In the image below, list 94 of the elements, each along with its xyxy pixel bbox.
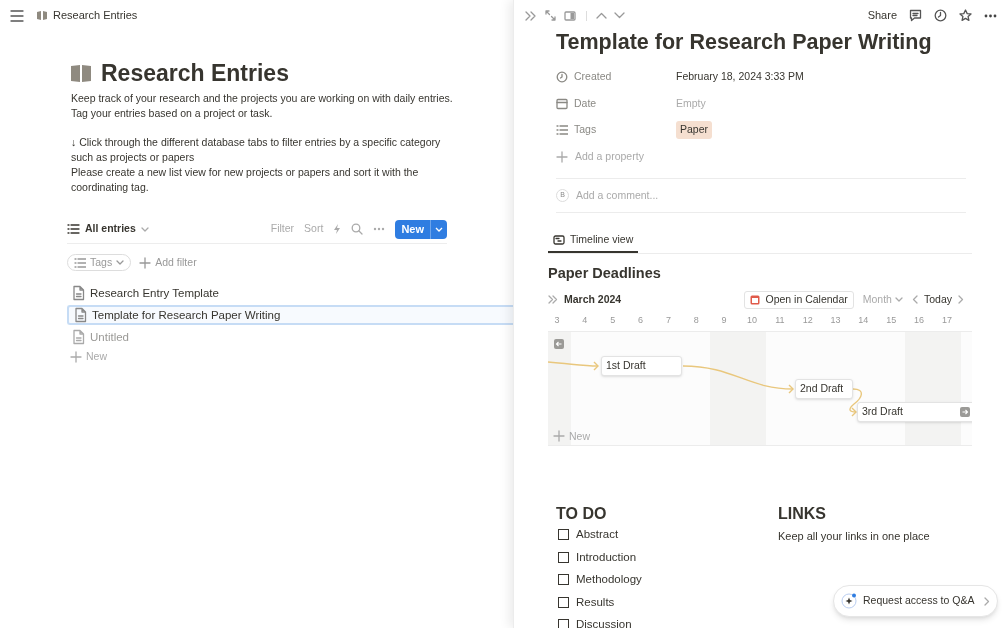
chevron-right-icon[interactable] (958, 295, 964, 304)
day-label: 13 (829, 313, 842, 327)
todo-label: Discussion (576, 617, 632, 628)
checkbox[interactable] (558, 574, 569, 586)
checkbox[interactable] (558, 551, 569, 563)
menu-icon[interactable] (10, 9, 24, 22)
double-chevron-icon[interactable] (548, 295, 558, 304)
comment-icon[interactable] (909, 9, 922, 22)
double-chevron-icon[interactable] (525, 10, 537, 21)
chevron-left-icon[interactable] (911, 295, 918, 304)
timeline-icon (553, 235, 565, 245)
day-label: 14 (857, 313, 870, 327)
plus-icon (556, 150, 568, 163)
panel-icon[interactable] (564, 10, 576, 21)
chevron-down-icon (140, 225, 149, 233)
star-icon[interactable] (959, 9, 972, 22)
day-label: 16 (913, 313, 926, 327)
timeline-tab[interactable]: Timeline view (548, 229, 639, 253)
chevron-up-icon[interactable] (596, 12, 607, 19)
entry-row[interactable]: Research Entry Template (67, 283, 219, 304)
todo-label: Abstract (576, 527, 619, 543)
dependency-arrow (548, 360, 599, 371)
day-label: 10 (745, 313, 758, 327)
plus-icon (70, 351, 82, 364)
timeline-bar[interactable]: 1st Draft (601, 355, 682, 376)
more-icon[interactable] (984, 13, 997, 18)
clock-icon (556, 71, 568, 84)
instruction-text: Please create a new list view for new projects or papers and sort it with the coordinating tag. (71, 164, 420, 195)
tag-chip: Paper (676, 121, 713, 140)
day-label: 12 (801, 313, 814, 327)
day-label: 8 (692, 313, 700, 327)
instruction-text: ↓ Click through the different database tabs to filter entries by a specific category such as projects or papers (71, 135, 442, 165)
checkbox[interactable] (558, 619, 569, 628)
view-tab[interactable]: All entries (67, 221, 149, 238)
chevron-down-icon (894, 296, 903, 303)
property-label: Created (574, 69, 612, 85)
day-label: 17 (940, 313, 953, 327)
arrow-left-icon[interactable] (554, 338, 564, 349)
month-label: March 2024 (564, 291, 622, 307)
chevron-right-icon (984, 596, 991, 606)
body-text: Keep all your links in one place (778, 528, 930, 544)
page-title: Research Entries (101, 59, 289, 88)
property-label: Tags (574, 122, 597, 138)
document-icon (71, 329, 85, 346)
page-title: Template for Research Paper Writing (556, 29, 933, 56)
plus-icon (139, 256, 152, 269)
clock-icon[interactable] (934, 9, 947, 22)
day-label: 3 (553, 313, 561, 327)
expand-icon[interactable] (545, 10, 556, 21)
comment-field[interactable]: Add a comment... (576, 187, 876, 204)
chevron-down-icon[interactable] (614, 12, 625, 19)
description-text: Keep track of your research and the projects you are working on with daily entries. (71, 91, 454, 106)
description-text: Tag your entries based on a project or task. (71, 105, 274, 121)
list-icon (67, 223, 80, 236)
today-button[interactable]: Today (923, 291, 952, 308)
list-icon (74, 256, 86, 269)
calendar-icon (556, 97, 568, 110)
day-label: 6 (637, 313, 645, 327)
chevron-down-icon (435, 225, 443, 233)
property-value[interactable]: February 18, 2024 3:33 PM (676, 69, 804, 86)
checkbox[interactable] (558, 529, 569, 541)
search-icon[interactable] (351, 223, 364, 236)
plus-icon (553, 430, 565, 443)
day-label: 15 (885, 313, 898, 327)
entry-row[interactable]: Template for Research Paper Writing (67, 305, 513, 326)
calendar-icon (750, 294, 761, 305)
qa-request-button[interactable]: Request access to Q&A (833, 585, 999, 617)
open-calendar-button[interactable]: Open in Calendar (744, 290, 854, 309)
day-label: 4 (581, 313, 589, 327)
chevron-down-icon (116, 259, 125, 267)
list-icon (556, 124, 568, 137)
checkbox[interactable] (558, 596, 569, 608)
book-icon (70, 63, 92, 83)
day-label: 7 (664, 313, 672, 327)
day-label: 11 (774, 313, 786, 327)
property-label: Date (574, 95, 597, 111)
arrow-right-icon[interactable] (960, 406, 970, 417)
timeline-bar[interactable]: 3rd Draft (857, 401, 972, 422)
breadcrumb-link[interactable]: Research Entries (53, 7, 138, 24)
section-heading: TO DO (556, 503, 608, 524)
section-heading: LINKS (778, 503, 827, 524)
section-heading: Paper Deadlines (548, 263, 662, 283)
todo-label: Methodology (576, 572, 642, 588)
share-button[interactable]: Share (867, 7, 897, 24)
todo-label: Introduction (576, 549, 637, 565)
timeline-bar[interactable]: 2nd Draft (795, 378, 853, 399)
day-label: 5 (609, 313, 617, 327)
document-icon (71, 285, 85, 302)
todo-label: Results (576, 594, 615, 610)
day-label: 9 (720, 313, 728, 327)
document-icon (73, 307, 87, 324)
book-icon (36, 10, 48, 21)
lightning-icon[interactable] (333, 223, 342, 236)
sparkle-icon (841, 593, 857, 609)
